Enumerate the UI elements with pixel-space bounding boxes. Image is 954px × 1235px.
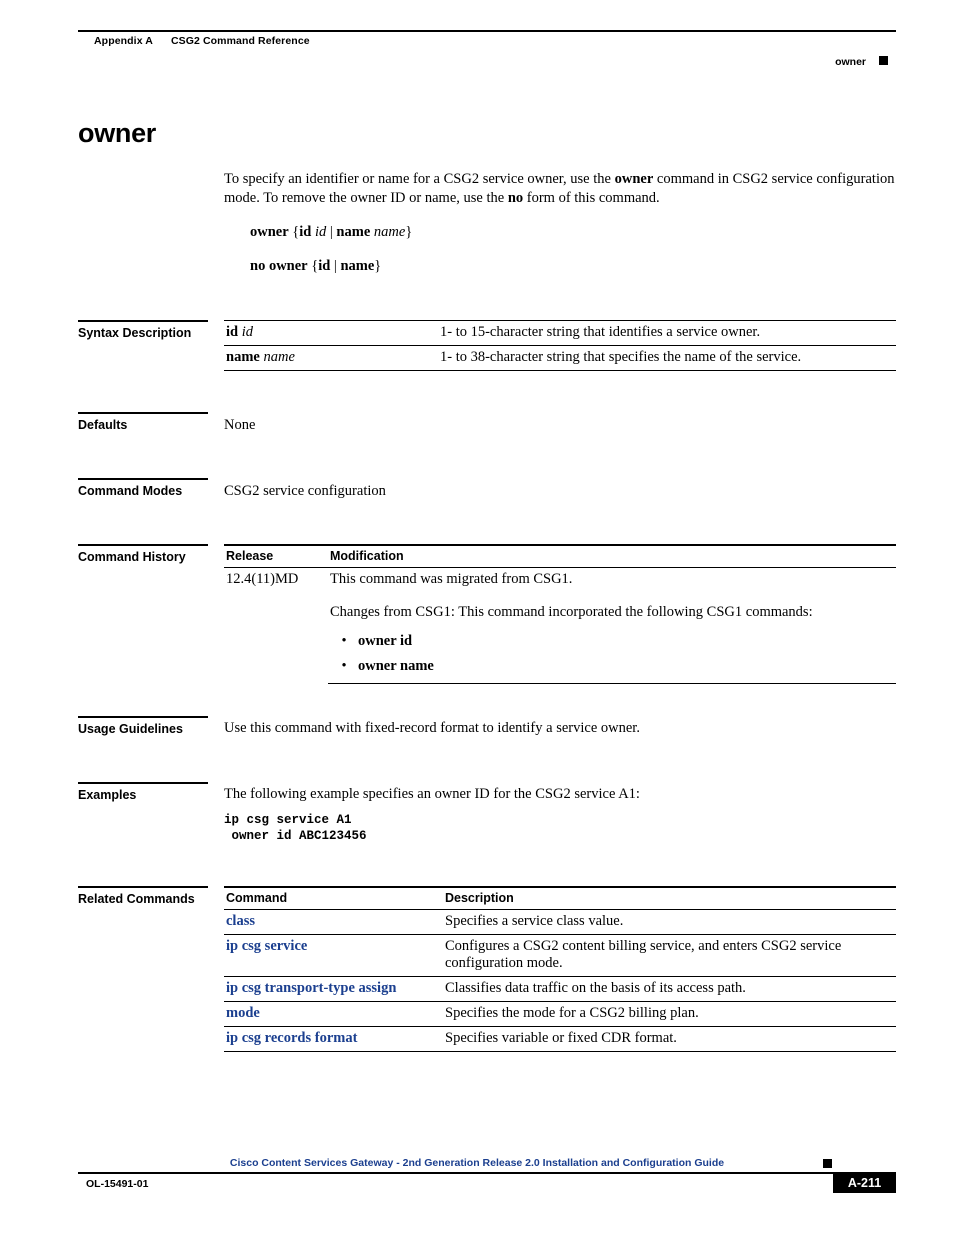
page-header: Appendix A CSG2 Command Reference owner — [78, 30, 896, 68]
footer-page-number: A-211 — [833, 1173, 896, 1193]
table-header-row: Command Description — [224, 886, 896, 910]
syntax-kw-id-2: id — [318, 258, 331, 274]
table-row: ip csg transport-type assign Classifies … — [224, 976, 896, 1002]
syntax-term-italic: id — [241, 324, 253, 340]
related-command-cell[interactable]: ip csg service — [224, 934, 443, 977]
related-command-cell[interactable]: class — [224, 909, 443, 935]
intro-bold-owner: owner — [614, 171, 654, 187]
syntax-kw-id: id — [299, 224, 312, 240]
intro-bold-no: no — [507, 190, 524, 206]
page-title: owner — [78, 118, 157, 148]
table-row: name name 1- to 38-character string that… — [224, 345, 896, 371]
header-appendix-info: Appendix A CSG2 Command Reference — [94, 35, 310, 47]
syntax-desc-cell: 1- to 15-character string that identifie… — [438, 320, 896, 346]
usage-guidelines-value: Use this command with fixed-record forma… — [224, 720, 640, 736]
table-row: ip csg records format Specifies variable… — [224, 1026, 896, 1052]
section-label-defaults: Defaults — [78, 412, 208, 432]
section-label-usage-guidelines: Usage Guidelines — [78, 716, 208, 736]
related-command-cell[interactable]: ip csg records format — [224, 1026, 443, 1052]
table-row: mode Specifies the mode for a CSG2 billi… — [224, 1001, 896, 1027]
related-command-description: Specifies a service class value. — [443, 909, 896, 935]
table-row: class Specifies a service class value. — [224, 909, 896, 935]
related-command-link[interactable]: ip csg service — [226, 938, 307, 954]
table-row: 12.4(11)MD This command was migrated fro… — [224, 567, 896, 684]
command-history-header-modification: Modification — [328, 544, 896, 568]
syntax-term-cell: id id — [224, 320, 438, 346]
syntax-var-name: name — [373, 224, 406, 240]
command-modes-value: CSG2 service configuration — [224, 483, 386, 499]
examples-intro: The following example specifies an owner… — [224, 786, 640, 802]
bullet-label: owner id — [358, 633, 413, 649]
syntax-cmd-no-owner: no owner — [250, 258, 308, 274]
syntax-kw-name-2: name — [340, 258, 375, 274]
related-command-description: Classifies data traffic on the basis of … — [443, 976, 896, 1002]
table-header-row: Release Modification — [224, 544, 896, 568]
section-label-command-modes: Command Modes — [78, 478, 208, 498]
related-command-link[interactable]: ip csg records format — [226, 1030, 357, 1046]
syntax-term-bold: id — [226, 324, 239, 340]
defaults-value: None — [224, 417, 256, 433]
syntax-pipe-1: | — [326, 224, 337, 240]
syntax-kw-name: name — [336, 224, 371, 240]
syntax-term-italic: name — [263, 349, 295, 365]
intro-text-3: form of this command. — [523, 190, 660, 206]
command-history-release-value: 12.4(11)MD — [226, 571, 299, 587]
footer-doc-title: Cisco Content Services Gateway - 2nd Gen… — [229, 1157, 725, 1169]
command-history-header-release: Release — [224, 544, 328, 568]
header-appendix-title: CSG2 Command Reference — [170, 35, 310, 47]
related-commands-table: Command Description class Specifies a se… — [224, 886, 896, 1052]
syntax-brace-close: } — [405, 224, 413, 240]
syntax-pipe-2: | — [330, 258, 341, 274]
header-marker-square — [879, 56, 888, 65]
header-rule — [78, 30, 896, 32]
related-command-description: Configures a CSG2 content billing servic… — [443, 934, 896, 977]
command-history-table: Release Modification 12.4(11)MD This com… — [224, 544, 896, 684]
intro-text-1: To specify an identifier or name for a C… — [224, 171, 615, 187]
syntax-term-cell: name name — [224, 345, 438, 371]
section-label-command-history: Command History — [78, 544, 208, 564]
modification-line-2: Changes from CSG1: This command incorpor… — [330, 604, 813, 620]
intro-paragraph: To specify an identifier or name for a C… — [224, 170, 896, 208]
related-command-description: Specifies the mode for a CSG2 billing pl… — [443, 1001, 896, 1027]
syntax-cmd-owner: owner — [250, 224, 289, 240]
related-command-link[interactable]: class — [226, 913, 255, 929]
related-command-link[interactable]: ip csg transport-type assign — [226, 980, 396, 996]
syntax-term-bold: name — [226, 349, 260, 365]
footer-marker-square — [823, 1159, 832, 1168]
related-command-cell[interactable]: ip csg transport-type assign — [224, 976, 443, 1002]
header-appendix-label: Appendix A — [94, 35, 153, 47]
table-row: id id 1- to 15-character string that ide… — [224, 320, 896, 346]
bullet-label: owner name — [358, 658, 434, 674]
related-command-description: Specifies variable or fixed CDR format. — [443, 1026, 896, 1052]
list-item: • owner name — [330, 658, 890, 675]
examples-code-block: ip csg service A1 owner id ABC123456 — [224, 813, 367, 843]
related-commands-header-command: Command — [224, 886, 443, 910]
list-item: • owner id — [330, 633, 890, 650]
table-row: ip csg service Configures a CSG2 content… — [224, 934, 896, 977]
related-command-link[interactable]: mode — [226, 1005, 260, 1021]
header-running-head: owner — [835, 56, 866, 68]
command-history-modification-cell: This command was migrated from CSG1. Cha… — [328, 567, 896, 684]
bullet-icon: • — [341, 633, 347, 649]
syntax-desc-cell: 1- to 38-character string that specifies… — [438, 345, 896, 371]
syntax-var-id: id — [314, 224, 327, 240]
syntax-line-no-owner: no owner {id | name} — [250, 257, 381, 276]
section-label-syntax-description: Syntax Description — [78, 320, 208, 340]
syntax-line-owner: owner {id id | name name} — [250, 223, 412, 242]
related-commands-header-description: Description — [443, 886, 896, 910]
related-command-cell[interactable]: mode — [224, 1001, 443, 1027]
section-label-related-commands: Related Commands — [78, 886, 208, 906]
syntax-description-table: id id 1- to 15-character string that ide… — [224, 320, 896, 371]
modification-line-1: This command was migrated from CSG1. — [330, 571, 573, 587]
bullet-icon: • — [341, 658, 347, 674]
section-label-examples: Examples — [78, 782, 208, 802]
syntax-brace-close-2: } — [374, 258, 382, 274]
footer-doc-id: OL-15491-01 — [86, 1178, 149, 1190]
footer-rule — [78, 1172, 896, 1174]
